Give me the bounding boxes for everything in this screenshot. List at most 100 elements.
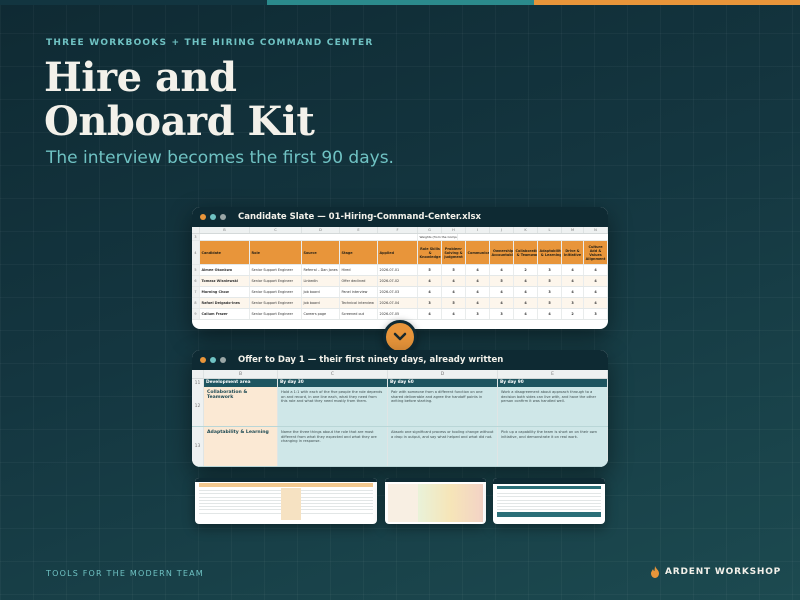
- column-letter: G: [418, 227, 442, 233]
- score-cell: 3: [538, 265, 562, 275]
- score-cell: 4: [584, 265, 608, 275]
- weights-note: Weights (from the Competencies tab) →: [419, 234, 458, 240]
- candidate-role-cell: Senior Support Engineer: [250, 298, 302, 308]
- candidate-applied-cell: 2026-07-01: [378, 265, 418, 275]
- column-header: Role Skills & Knowledge: [418, 241, 442, 264]
- column-letter: M: [562, 227, 584, 233]
- score-cell: 4: [514, 298, 538, 308]
- column-header: Applied: [378, 241, 418, 264]
- score-cell: 4: [466, 287, 490, 297]
- column-letter: E: [340, 227, 378, 233]
- column-letter: H: [442, 227, 466, 233]
- score-cell: 4: [562, 287, 584, 297]
- column-letter: J: [490, 227, 514, 233]
- score-cell: 5: [418, 265, 442, 275]
- candidate-stage-cell: Technical interview: [340, 298, 378, 308]
- column-letter: K: [514, 227, 538, 233]
- candidate-slate-sheet: BCDEFGHIJKLMN 3 Weights (from the Competen…: [192, 227, 608, 320]
- top-accent-stripe: [0, 0, 800, 5]
- plan-column-header: By day 30: [278, 379, 388, 387]
- column-letter: L: [538, 227, 562, 233]
- column-letter: F: [378, 227, 418, 233]
- workbook-thumbnail-2[interactable]: [385, 478, 486, 524]
- candidate-candidate-cell: Rafael Delgado-Ines: [200, 298, 250, 308]
- score-cell: 3: [418, 298, 442, 308]
- score-cell: 4: [466, 276, 490, 286]
- score-cell: 3: [490, 309, 514, 319]
- score-cell: 4: [584, 298, 608, 308]
- milestone-cell-d90: Work a disagreement about approach throu…: [498, 387, 608, 426]
- score-cell: 4: [538, 309, 562, 319]
- plan-column-header: By day 60: [388, 379, 498, 387]
- window-titlebar: Offer to Day 1 — their first ninety days…: [192, 350, 608, 370]
- row-number: 9: [192, 309, 200, 319]
- candidate-applied-cell: 2026-07-02: [378, 276, 418, 286]
- candidate-candidate-cell: Morning Chow: [200, 287, 250, 297]
- row-number: 12: [192, 387, 204, 426]
- row-number: 13: [192, 427, 204, 466]
- column-header: Source: [302, 241, 340, 264]
- column-header-row: BCDE: [192, 370, 608, 379]
- score-cell: 4: [418, 287, 442, 297]
- score-cell: 4: [490, 265, 514, 275]
- milestone-cell-d90: Pick up a capability the team is short o…: [498, 427, 608, 466]
- score-cell: 4: [584, 276, 608, 286]
- development-area-cell: Collaboration & Teamwork: [204, 387, 278, 426]
- column-header-row: BCDEFGHIJKLMN: [192, 227, 608, 234]
- milestone-cell-d60: Pair with someone from a different funct…: [388, 387, 498, 426]
- candidate-row: 6 Tomasz Wisniewski Senior Support Enginee…: [192, 276, 608, 287]
- candidate-candidate-cell: Callum Frazer: [200, 309, 250, 319]
- brand-name: ARDENT WORKSHOP: [665, 567, 782, 577]
- footer-brand: ARDENT WORKSHOP: [650, 566, 781, 578]
- score-cell: 4: [442, 309, 466, 319]
- row-number: 11: [192, 379, 204, 387]
- milestone-cell-d30: Hold a 1:1 with each of the five people …: [278, 387, 388, 426]
- hero-title-line2: Onboard Kit: [44, 98, 315, 145]
- candidate-slate-window: Candidate Slate — 01-Hiring-Command-Cent…: [192, 207, 608, 329]
- window-dot-grey[interactable]: [220, 357, 226, 363]
- candidate-applied-cell: 2026-07-03: [378, 287, 418, 297]
- column-header: Culture Add & Values Alignment: [584, 241, 608, 264]
- candidate-role-cell: Senior Support Engineer: [250, 265, 302, 275]
- score-cell: 2: [562, 309, 584, 319]
- score-cell: 4: [490, 298, 514, 308]
- score-cell: 4: [562, 276, 584, 286]
- weights-spacer: [200, 234, 418, 240]
- column-letter: C: [278, 370, 388, 378]
- candidate-candidate-cell: Tomasz Wisniewski: [200, 276, 250, 286]
- plan-column-header: Development area: [204, 379, 278, 387]
- workbook-thumbnail-1[interactable]: [195, 478, 377, 524]
- scroll-down-button[interactable]: [383, 320, 417, 354]
- column-letter: N: [584, 227, 608, 233]
- window-dot-grey[interactable]: [220, 214, 226, 220]
- plan-header-row: 11 Development area By day 30 By day 60 By d…: [192, 379, 608, 387]
- score-cell: 5: [490, 276, 514, 286]
- score-cell: 4: [418, 309, 442, 319]
- candidate-stage-cell: Screened out: [340, 309, 378, 319]
- score-cell: 4: [562, 265, 584, 275]
- column-header: Candidate: [200, 241, 250, 264]
- score-cell: 4: [514, 287, 538, 297]
- window-dot-orange[interactable]: [200, 214, 206, 220]
- corner-cell: [192, 227, 200, 233]
- candidate-source-cell: Careers page: [302, 309, 340, 319]
- score-cell: 3: [466, 309, 490, 319]
- score-cell: 4: [418, 276, 442, 286]
- window-dot-teal[interactable]: [210, 214, 216, 220]
- window-dot-teal[interactable]: [210, 357, 216, 363]
- candidate-applied-cell: 2026-07-04: [378, 298, 418, 308]
- column-header: Collaboration & Teamwork: [514, 241, 538, 264]
- milestone-cell-d30: Name the three things about the role tha…: [278, 427, 388, 466]
- candidate-row: 5 Aimee Okonkwo Senior Support Engineer Ref…: [192, 265, 608, 276]
- candidate-applied-cell: 2026-07-05: [378, 309, 418, 319]
- column-letter: E: [498, 370, 608, 378]
- workbook-thumbnail-3[interactable]: [493, 478, 605, 524]
- column-header: Drive & Initiative: [562, 241, 584, 264]
- candidate-source-cell: LinkedIn: [302, 276, 340, 286]
- window-dot-orange[interactable]: [200, 357, 206, 363]
- column-header: Ownership & Accountability: [490, 241, 514, 264]
- slate-header-row: 4 Candidate Role Source Stage Applied Role Ski…: [192, 241, 608, 265]
- score-cell: 3: [538, 287, 562, 297]
- column-header: Adaptability & Learning: [538, 241, 562, 264]
- column-header: Role: [250, 241, 302, 264]
